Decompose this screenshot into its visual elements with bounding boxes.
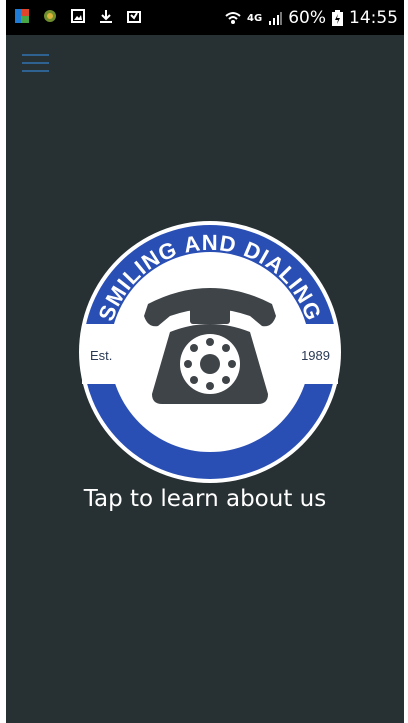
learn-about-us-prompt[interactable]: Tap to learn about us — [6, 486, 404, 512]
app-screen: 4G 60% 14:55 SMILING AND DIALING NETWORK… — [6, 0, 404, 723]
system-status: 4G 60% 14:55 — [225, 8, 398, 28]
image-icon — [71, 9, 85, 23]
network-type-label: 4G — [247, 12, 263, 24]
app-notification-icon — [15, 9, 29, 23]
logo-est-label: Est. — [90, 348, 112, 363]
club-logo[interactable]: SMILING AND DIALING NETWORKING CLUB Est.… — [78, 220, 342, 484]
hamburger-menu-icon — [22, 54, 49, 72]
menu-button[interactable] — [22, 52, 50, 74]
status-time: 14:55 — [349, 8, 398, 28]
battery-percent: 60% — [288, 8, 326, 28]
battery-icon — [332, 10, 343, 26]
notification-icons — [14, 8, 142, 24]
logo-year-label: 1989 — [301, 348, 330, 363]
inbox-icon — [127, 11, 141, 23]
wifi-icon — [225, 12, 241, 24]
status-bar: 4G 60% 14:55 — [6, 0, 404, 35]
download-icon — [100, 10, 112, 23]
signal-icon — [269, 12, 283, 25]
android-icon — [44, 10, 56, 22]
